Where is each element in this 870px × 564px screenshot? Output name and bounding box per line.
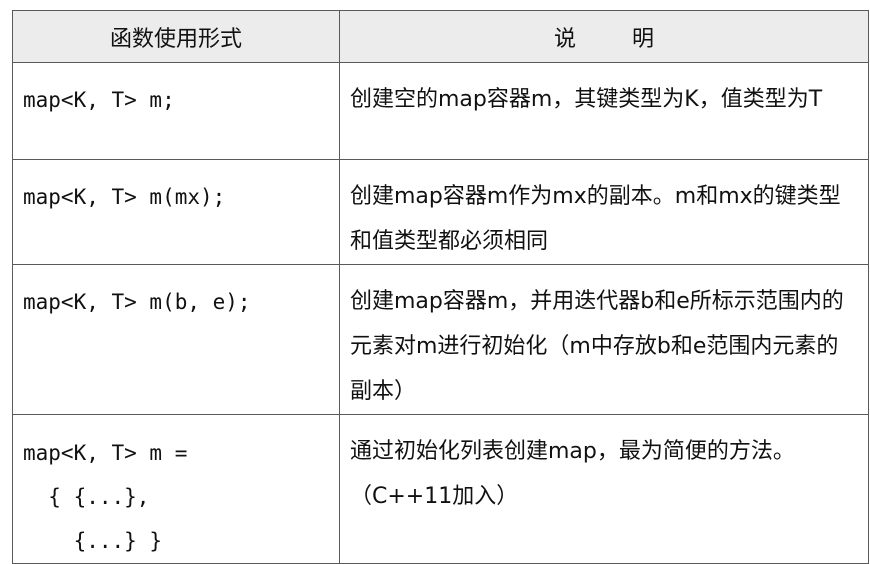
map-constructor-table: 函数使用形式 说 明 map<K, T> m; 创建空的map容器m，其键类型为… xyxy=(12,10,869,564)
table-header-row: 函数使用形式 说 明 xyxy=(12,10,869,63)
code-cell: map<K, T> m(b, e); xyxy=(12,264,340,415)
description-cell: 创建空的map容器m，其键类型为K，值类型为T xyxy=(339,62,869,160)
table-row: map<K, T> m; 创建空的map容器m，其键类型为K，值类型为T xyxy=(12,62,869,160)
code-cell: map<K, T> m = { {...}, {...} } xyxy=(12,414,340,564)
code-cell: map<K, T> m(mx); xyxy=(12,159,340,265)
table-row: map<K, T> m(mx); 创建map容器m作为mx的副本。m和mx的键类… xyxy=(12,159,869,265)
description-cell: 创建map容器m，并用迭代器b和e所标示范围内的元素对m进行初始化（m中存放b和… xyxy=(339,264,869,415)
table-row: map<K, T> m(b, e); 创建map容器m，并用迭代器b和e所标示范… xyxy=(12,264,869,415)
description-cell: 通过初始化列表创建map，最为简便的方法。（C++11加入） xyxy=(339,414,869,564)
header-description: 说 明 xyxy=(339,10,869,63)
code-cell: map<K, T> m; xyxy=(12,62,340,160)
description-cell: 创建map容器m作为mx的副本。m和mx的键类型和值类型都必须相同 xyxy=(339,159,869,265)
table-row: map<K, T> m = { {...}, {...} } 通过初始化列表创建… xyxy=(12,414,869,564)
header-usage-form: 函数使用形式 xyxy=(12,10,340,63)
